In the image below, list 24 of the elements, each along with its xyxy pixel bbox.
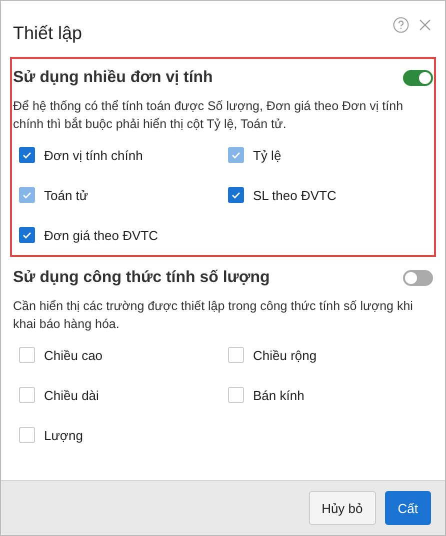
help-icon[interactable] [393,17,409,33]
cancel-button[interactable]: Hủy bỏ [308,491,376,525]
section-description: Cần hiển thị các trường được thiết lập trong công thức tính số lượng khi khai báo hàng hóa. [13,298,414,333]
toggle-switch[interactable] [403,70,433,86]
checkbox[interactable] [228,187,244,203]
option-label: Toán tử [44,188,88,202]
section-heading: Sử dụng công thức tính số lượng [13,269,270,287]
option-label: SL theo ĐVTC [253,188,336,202]
option-label: Chiều dài [44,388,99,402]
checkbox[interactable] [19,147,35,163]
option-label: Chiều rộng [253,348,317,362]
section-heading: Sử dụng nhiều đơn vị tính [13,69,213,87]
option-label: Chiều cao [44,348,103,362]
option-label: Lượng [44,428,83,442]
toggle-switch[interactable] [403,270,433,286]
checkbox[interactable] [19,227,35,243]
dialog-title: Thiết lập [13,23,82,45]
option-label: Đơn vị tính chính [44,148,143,162]
option-label: Bán kính [253,388,304,402]
close-icon[interactable] [419,19,431,31]
section-description: Để hệ thống có thể tính toán được Số lượng, Đơn giá theo Đơn vị tính chính thì bắt buộc phải hiển thị cột Tỷ lệ, Toán tử. [13,98,404,133]
option-label: Đơn giá theo ĐVTC [44,228,158,242]
save-button[interactable]: Cất [384,491,431,525]
option-label: Tỷ lệ [253,148,282,162]
